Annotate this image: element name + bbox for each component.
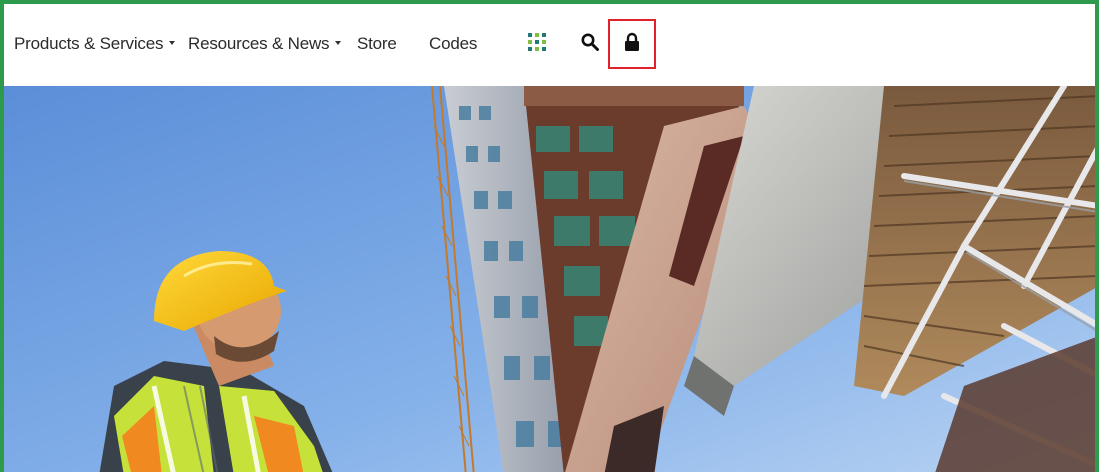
- lock-icon: [625, 32, 639, 51]
- nav-codes-label: Codes: [429, 34, 478, 53]
- nav-products-services[interactable]: Products & Services: [14, 34, 176, 54]
- nav-codes[interactable]: Codes: [429, 34, 477, 54]
- nav-resources-news-label: Resources & News: [188, 34, 330, 53]
- hero-image: [4, 86, 1095, 472]
- nav-products-services-label: Products & Services: [14, 34, 164, 53]
- search-button[interactable]: [576, 28, 604, 56]
- nav-store-label: Store: [357, 34, 397, 53]
- apps-grid-button[interactable]: [523, 28, 551, 56]
- chevron-down-icon: [169, 40, 176, 45]
- construction-scene-image: [4, 86, 1095, 472]
- search-icon: [581, 33, 599, 51]
- browser-frame: Products & Services Resources & News Sto…: [0, 0, 1099, 472]
- login-lock-button[interactable]: [618, 28, 646, 56]
- main-navbar: Products & Services Resources & News Sto…: [4, 4, 1095, 86]
- grid-icon: [528, 33, 546, 51]
- nav-resources-news[interactable]: Resources & News: [188, 34, 342, 54]
- nav-store[interactable]: Store: [357, 34, 397, 54]
- chevron-down-icon: [335, 40, 342, 45]
